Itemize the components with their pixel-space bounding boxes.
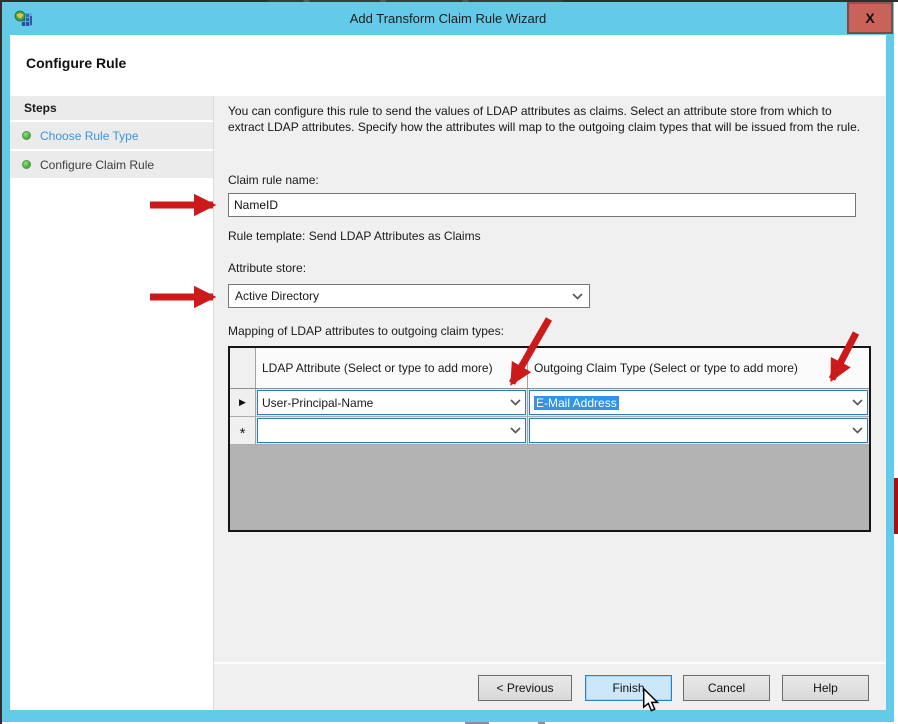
ldap-attribute-select-row1[interactable]: User-Principal-Name — [257, 390, 526, 415]
current-row-icon: ▶ — [239, 397, 246, 408]
chevron-down-icon — [572, 293, 583, 300]
main-pane: You can configure this rule to send the … — [214, 96, 886, 710]
outgoing-claim-type-value: E-Mail Address — [534, 396, 619, 410]
finish-button[interactable]: Finish — [585, 675, 672, 701]
chevron-down-icon — [510, 399, 521, 406]
grid-row-1: ▶ User-Principal-Name E-Mail Address — [230, 389, 869, 417]
grid-cell: User-Principal-Name — [256, 389, 528, 417]
step-label: Choose Rule Type — [40, 129, 139, 143]
help-button[interactable]: Help — [782, 675, 869, 701]
outgoing-claim-type-select-row2[interactable] — [529, 418, 868, 443]
steps-sidebar: Steps Choose Rule Type Configure Claim R… — [10, 96, 213, 710]
grid-corner-cell — [230, 348, 256, 389]
ldap-attribute-select-row2[interactable] — [257, 418, 526, 443]
window-title: Add Transform Claim Rule Wizard — [2, 11, 894, 26]
attribute-store-select[interactable]: Active Directory — [228, 284, 590, 308]
row-selector[interactable]: * — [230, 417, 256, 445]
attribute-store-value: Active Directory — [235, 289, 319, 303]
add-transform-claim-rule-wizard-dialog: Add Transform Claim Rule Wizard X Config… — [2, 2, 894, 722]
grid-cell — [256, 417, 528, 445]
grid-header-row: LDAP Attribute (Select or type to add mo… — [230, 348, 869, 389]
screenshot-stage: Add Transform Claim Rule Wizard X Config… — [0, 0, 898, 724]
chevron-down-icon — [852, 399, 863, 406]
chevron-down-icon — [852, 427, 863, 434]
claim-rule-name-label: Claim rule name: — [228, 173, 319, 187]
button-divider — [214, 662, 886, 664]
rule-description-text: You can configure this rule to send the … — [228, 103, 862, 135]
dialog-bottom-border — [2, 710, 894, 722]
row-selector[interactable]: ▶ — [230, 389, 256, 417]
page-title: Configure Rule — [26, 55, 126, 71]
grid-empty-area — [230, 445, 869, 530]
rule-template-text: Rule template: Send LDAP Attributes as C… — [228, 229, 481, 243]
dialog-content: Configure Rule Steps Choose Rule Type Co… — [10, 35, 886, 710]
sidebar-item-choose-rule-type[interactable]: Choose Rule Type — [10, 122, 213, 149]
step-completed-icon — [22, 131, 31, 140]
ldap-mapping-grid: LDAP Attribute (Select or type to add mo… — [228, 346, 871, 532]
ldap-attribute-value: User-Principal-Name — [262, 396, 373, 410]
grid-cell — [528, 417, 869, 445]
grid-row-new: * — [230, 417, 869, 445]
adfs-wizard-icon — [14, 9, 34, 29]
chevron-down-icon — [510, 427, 521, 434]
mapping-label: Mapping of LDAP attributes to outgoing c… — [228, 324, 504, 338]
step-label: Configure Claim Rule — [40, 158, 154, 172]
previous-button[interactable]: < Previous — [478, 675, 572, 701]
outgoing-claim-type-select-row1[interactable]: E-Mail Address — [529, 390, 868, 415]
sidebar-item-configure-claim-rule[interactable]: Configure Claim Rule — [10, 151, 213, 178]
attribute-store-label: Attribute store: — [228, 261, 306, 275]
new-row-icon: * — [240, 429, 246, 439]
steps-header: Steps — [10, 96, 213, 120]
grid-cell: E-Mail Address — [528, 389, 869, 417]
close-button[interactable]: X — [847, 2, 893, 34]
column-header-outgoing-claim-type: Outgoing Claim Type (Select or type to a… — [528, 348, 869, 389]
titlebar[interactable]: Add Transform Claim Rule Wizard X — [2, 2, 894, 35]
column-header-ldap-attribute: LDAP Attribute (Select or type to add mo… — [256, 348, 528, 389]
claim-rule-name-input[interactable] — [228, 193, 856, 217]
cancel-button[interactable]: Cancel — [683, 675, 770, 701]
step-completed-icon — [22, 160, 31, 169]
